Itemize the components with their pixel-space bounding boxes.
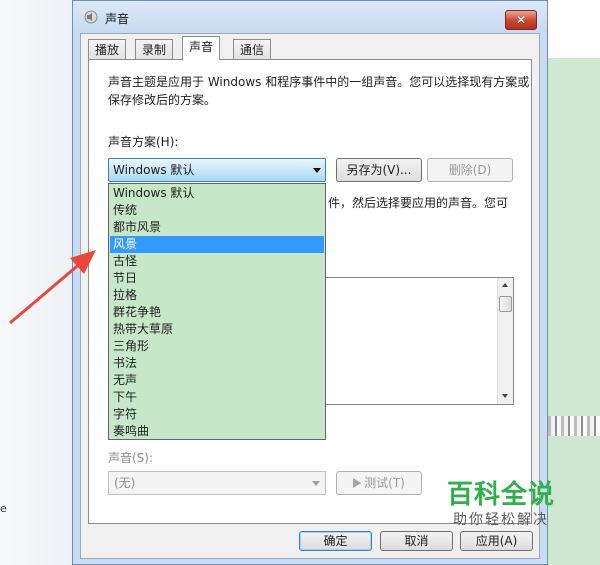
scroll-thumb[interactable] xyxy=(499,296,512,312)
background-green-area xyxy=(548,58,600,418)
scheme-option[interactable]: 拉格 xyxy=(110,287,324,304)
tab-communications[interactable]: 通信 xyxy=(233,39,272,59)
scheme-option[interactable]: 古怪 xyxy=(110,253,324,270)
watermark: 百科全说 助你轻松解决 xyxy=(437,480,565,530)
test-button-label: 测试(T) xyxy=(364,476,405,490)
sound-scheme-label: 声音方案(H): xyxy=(108,135,179,149)
scheme-option[interactable]: 无声 xyxy=(110,372,324,389)
scheme-option[interactable]: 群花争艳 xyxy=(110,304,324,321)
chevron-down-icon xyxy=(312,481,320,486)
test-button[interactable]: 测试(T) xyxy=(336,471,422,495)
background-image-strip xyxy=(548,416,600,436)
ok-button[interactable]: 确定 xyxy=(299,531,372,551)
scheme-option[interactable]: 三角形 xyxy=(110,338,324,355)
events-list-scrollbar[interactable] xyxy=(497,278,513,404)
scheme-option[interactable]: 奏鸣曲 xyxy=(110,423,324,440)
scheme-option[interactable]: 字符 xyxy=(110,406,324,423)
sound-scheme-value: Windows 默认 xyxy=(113,163,195,177)
close-button[interactable]: ✕ xyxy=(505,10,537,30)
scroll-up-arrow-icon[interactable] xyxy=(502,283,508,287)
chevron-down-icon xyxy=(313,168,321,173)
sound-scheme-combobox[interactable]: Windows 默认 xyxy=(108,158,326,182)
scheme-description: 声音主题是应用于 Windows 和程序事件中的一组声音。您可以选择现有方案或保… xyxy=(108,75,530,107)
title-bar[interactable]: 声音 ✕ xyxy=(73,1,547,33)
cancel-button[interactable]: 取消 xyxy=(380,531,453,551)
sound-file-value: (无) xyxy=(114,476,136,490)
sound-label: 声音(S): xyxy=(108,451,154,465)
tab-sounds[interactable]: 声音 xyxy=(182,36,221,60)
tab-playback[interactable]: 播放 xyxy=(88,39,127,59)
sound-file-combobox[interactable]: (无) xyxy=(108,471,326,495)
dialog-title: 声音 xyxy=(105,12,130,26)
apply-button[interactable]: 应用(A) xyxy=(460,531,533,551)
watermark-title: 百科全说 xyxy=(446,480,555,510)
scheme-option[interactable]: Windows 默认 xyxy=(110,185,324,202)
sound-scheme-dropdown-list: Windows 默认 传统 都市风景 风景 古怪 节日 拉格 群花争艳 热带大草… xyxy=(108,183,326,440)
scheme-option[interactable]: 下午 xyxy=(110,389,324,406)
watermark-subtitle: 助你轻松解决 xyxy=(453,512,549,528)
program-events-description-partial: 件，然后选择要应用的声音。您可 xyxy=(328,196,509,210)
scheme-option-selected[interactable]: 风景 xyxy=(110,236,324,253)
scheme-option[interactable]: 书法 xyxy=(110,355,324,372)
tab-recording[interactable]: 录制 xyxy=(135,39,174,59)
scheme-option[interactable]: 传统 xyxy=(110,202,324,219)
scheme-option[interactable]: 节日 xyxy=(110,270,324,287)
background-window-left xyxy=(0,0,72,565)
scheme-option[interactable]: 热带大草原 xyxy=(110,321,324,338)
play-icon xyxy=(353,478,362,488)
background-left-text: e xyxy=(0,502,7,515)
scheme-option[interactable]: 都市风景 xyxy=(110,219,324,236)
scroll-down-arrow-icon[interactable] xyxy=(502,394,508,398)
speaker-icon xyxy=(84,10,98,24)
delete-button[interactable]: 删除(D) xyxy=(427,158,513,182)
save-as-button[interactable]: 另存为(V)... xyxy=(336,158,422,182)
